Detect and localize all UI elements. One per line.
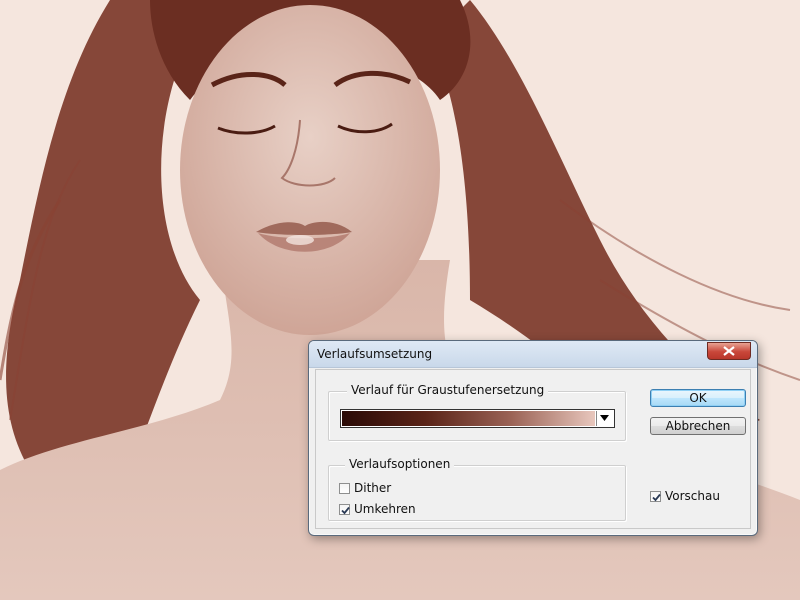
close-button[interactable] xyxy=(707,342,751,360)
dialog-titlebar[interactable]: Verlaufsumsetzung xyxy=(309,341,757,368)
gradient-options-group: Verlaufsoptionen Dither Umkehren xyxy=(328,457,626,521)
dither-label: Dither xyxy=(354,481,392,495)
reverse-option[interactable]: Umkehren xyxy=(339,501,416,517)
dither-option[interactable]: Dither xyxy=(339,480,391,496)
checkmark-icon xyxy=(652,493,661,501)
preview-checkbox[interactable] xyxy=(650,490,661,502)
preview-option[interactable]: Vorschau xyxy=(650,488,720,504)
gradient-picker[interactable] xyxy=(340,409,615,428)
gradient-group-label: Verlauf für Graustufenersetzung xyxy=(347,383,549,397)
gradient-map-dialog: Verlaufsumsetzung Verlauf für Graustufen… xyxy=(308,340,758,536)
reverse-label: Umkehren xyxy=(354,502,416,516)
dither-checkbox[interactable] xyxy=(339,482,350,494)
cancel-button[interactable]: Abbrechen xyxy=(650,417,746,435)
gradient-preview-bar[interactable] xyxy=(342,411,595,426)
options-group-label: Verlaufsoptionen xyxy=(345,457,455,471)
checkmark-icon xyxy=(341,506,350,514)
triangle-down-icon xyxy=(600,415,609,421)
dialog-title: Verlaufsumsetzung xyxy=(317,347,433,361)
dialog-body: Verlauf für Graustufenersetzung Verlaufs… xyxy=(315,369,751,529)
ok-button[interactable]: OK xyxy=(650,389,746,407)
reverse-checkbox[interactable] xyxy=(339,503,350,515)
gradient-group: Verlauf für Graustufenersetzung xyxy=(328,383,626,441)
close-icon xyxy=(723,346,735,356)
preview-label: Vorschau xyxy=(665,489,720,503)
gradient-dropdown-button[interactable] xyxy=(596,411,613,426)
